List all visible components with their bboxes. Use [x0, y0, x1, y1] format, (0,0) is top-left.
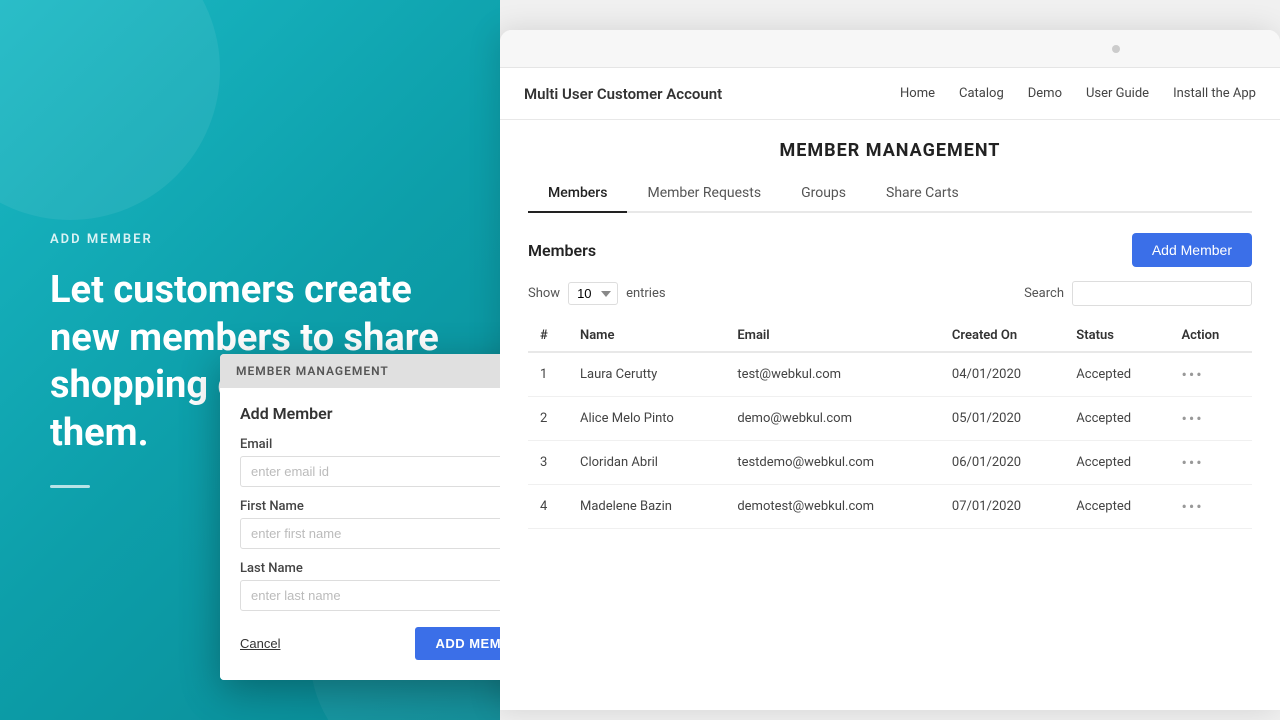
show-label: Show	[528, 286, 560, 301]
action-dots-button[interactable]: •••	[1181, 365, 1203, 384]
first-name-input[interactable]	[240, 518, 500, 549]
browser-window: Multi User Customer Account Home Catalog…	[500, 30, 1280, 710]
divider	[50, 485, 90, 488]
cell-action: •••	[1169, 485, 1252, 529]
cell-action: •••	[1169, 352, 1252, 397]
nav-home[interactable]: Home	[900, 86, 935, 101]
modal-title: Add Member	[240, 404, 500, 423]
browser-dot	[1112, 45, 1120, 53]
right-panel: Multi User Customer Account Home Catalog…	[500, 0, 1280, 720]
table-body: 1 Laura Cerutty test@webkul.com 04/01/20…	[528, 352, 1252, 529]
entries-select[interactable]: 10 25 50 100	[568, 282, 618, 305]
modal-container: MEMBER MANAGEMENT ✕ Add Member Email Fir…	[220, 354, 500, 680]
app-main: MEMBER MANAGEMENT Members Member Request…	[500, 120, 1280, 710]
search-input[interactable]	[1072, 281, 1252, 306]
table-row: 2 Alice Melo Pinto demo@webkul.com 05/01…	[528, 397, 1252, 441]
col-action: Action	[1169, 320, 1252, 352]
cell-email: demo@webkul.com	[725, 397, 940, 441]
email-label: Email	[240, 437, 500, 452]
table-row: 4 Madelene Bazin demotest@webkul.com 07/…	[528, 485, 1252, 529]
table-row: 3 Cloridan Abril testdemo@webkul.com 06/…	[528, 441, 1252, 485]
col-status: Status	[1064, 320, 1169, 352]
cell-index: 4	[528, 485, 568, 529]
entries-label: entries	[626, 286, 666, 301]
table-row: 1 Laura Cerutty test@webkul.com 04/01/20…	[528, 352, 1252, 397]
first-name-field-group: First Name	[240, 499, 500, 549]
table-header-row: # Name Email Created On Status Action	[528, 320, 1252, 352]
search-label: Search	[1024, 286, 1064, 301]
cell-index: 2	[528, 397, 568, 441]
cell-status: Accepted	[1064, 485, 1169, 529]
app-navbar: Multi User Customer Account Home Catalog…	[500, 68, 1280, 120]
cell-action: •••	[1169, 441, 1252, 485]
tab-members[interactable]: Members	[528, 177, 627, 211]
add-member-badge: ADD MEMBER	[50, 232, 450, 247]
col-email: Email	[725, 320, 940, 352]
browser-bar	[500, 30, 1280, 68]
cell-name: Cloridan Abril	[568, 441, 725, 485]
cell-name: Madelene Bazin	[568, 485, 725, 529]
cell-status: Accepted	[1064, 441, 1169, 485]
last-name-input[interactable]	[240, 580, 500, 611]
modal-footer: Cancel ADD MEMBER	[240, 627, 500, 660]
last-name-label: Last Name	[240, 561, 500, 576]
cell-action: •••	[1169, 397, 1252, 441]
tab-groups[interactable]: Groups	[781, 177, 866, 211]
table-controls: Show 10 25 50 100 entries Search	[528, 281, 1252, 306]
modal-wrapper: MEMBER MANAGEMENT ✕ Add Member Email Fir…	[220, 354, 500, 680]
add-member-top-button[interactable]: Add Member	[1132, 233, 1252, 267]
left-panel: ADD MEMBER Let customers create new memb…	[0, 0, 500, 720]
col-name: Name	[568, 320, 725, 352]
cell-status: Accepted	[1064, 397, 1169, 441]
modal-header-label: MEMBER MANAGEMENT	[236, 364, 389, 378]
nav-user-guide[interactable]: User Guide	[1086, 86, 1149, 101]
nav-catalog[interactable]: Catalog	[959, 86, 1004, 101]
action-dots-button[interactable]: •••	[1181, 453, 1203, 472]
cell-email: testdemo@webkul.com	[725, 441, 940, 485]
modal-body: Add Member Email First Name Last Name Ca…	[220, 388, 500, 680]
cell-created-on: 04/01/2020	[940, 352, 1064, 397]
cell-status: Accepted	[1064, 352, 1169, 397]
cell-index: 1	[528, 352, 568, 397]
cancel-button[interactable]: Cancel	[240, 636, 280, 651]
nav-install[interactable]: Install the App	[1173, 86, 1256, 101]
app-content: Multi User Customer Account Home Catalog…	[500, 68, 1280, 710]
show-entries-control: Show 10 25 50 100 entries	[528, 282, 666, 305]
cell-email: test@webkul.com	[725, 352, 940, 397]
tab-share-carts[interactable]: Share Carts	[866, 177, 979, 211]
section-header: Members Add Member	[528, 233, 1252, 267]
first-name-label: First Name	[240, 499, 500, 514]
email-field-group: Email	[240, 437, 500, 487]
action-dots-button[interactable]: •••	[1181, 409, 1203, 428]
page-title: MEMBER MANAGEMENT	[528, 140, 1252, 161]
modal-add-member-button[interactable]: ADD MEMBER	[415, 627, 500, 660]
col-hash: #	[528, 320, 568, 352]
cell-created-on: 06/01/2020	[940, 441, 1064, 485]
app-logo: Multi User Customer Account	[524, 85, 722, 103]
nav-links: Home Catalog Demo User Guide Install the…	[900, 86, 1256, 101]
cell-email: demotest@webkul.com	[725, 485, 940, 529]
cell-name: Laura Cerutty	[568, 352, 725, 397]
tabs-bar: Members Member Requests Groups Share Car…	[528, 177, 1252, 213]
action-dots-button[interactable]: •••	[1181, 497, 1203, 516]
tab-member-requests[interactable]: Member Requests	[627, 177, 781, 211]
cell-created-on: 07/01/2020	[940, 485, 1064, 529]
email-input[interactable]	[240, 456, 500, 487]
modal-header: MEMBER MANAGEMENT ✕	[220, 354, 500, 388]
last-name-field-group: Last Name	[240, 561, 500, 611]
search-box: Search	[1024, 281, 1252, 306]
cell-index: 3	[528, 441, 568, 485]
section-title: Members	[528, 241, 596, 260]
cell-name: Alice Melo Pinto	[568, 397, 725, 441]
members-table: # Name Email Created On Status Action 1 …	[528, 320, 1252, 529]
nav-demo[interactable]: Demo	[1028, 86, 1062, 101]
col-created-on: Created On	[940, 320, 1064, 352]
cell-created-on: 05/01/2020	[940, 397, 1064, 441]
